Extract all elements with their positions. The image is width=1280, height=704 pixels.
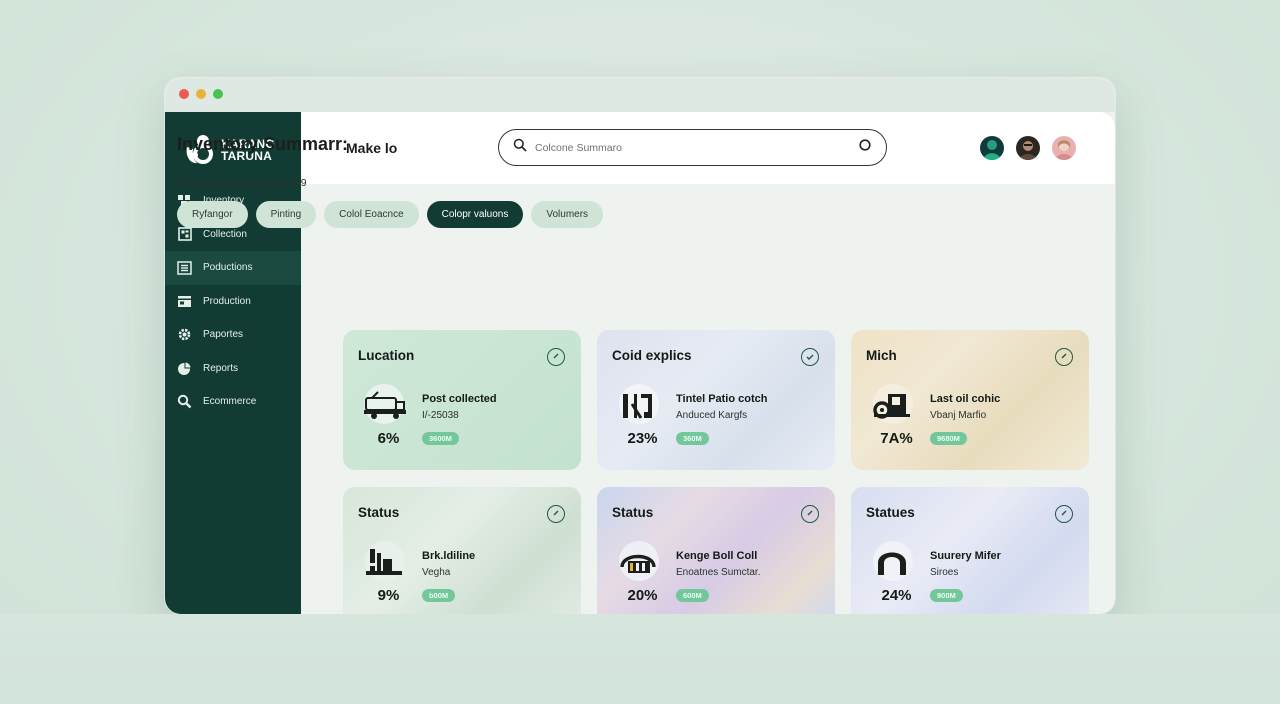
warehouse-icon — [614, 541, 664, 583]
minimize-window-button[interactable] — [196, 89, 206, 99]
status-badge: 9680M — [930, 432, 967, 445]
check-icon[interactable] — [1055, 505, 1073, 523]
summary-card[interactable]: Status 20% Kenge Boll Coll Enoatnes Sumc… — [597, 487, 835, 627]
avatar[interactable] — [1052, 136, 1076, 160]
sidebar-item-label: Paportes — [203, 329, 244, 341]
sidebar-item-label: Poductions — [203, 262, 253, 274]
search-bar[interactable] — [498, 129, 887, 166]
card-label: Kenge Boll Coll — [676, 550, 758, 562]
card-title: Coid explics — [612, 348, 692, 363]
chip-ryfangor[interactable]: Ryfangor — [177, 201, 248, 228]
sidebar-item-reports[interactable]: Reports — [165, 352, 301, 386]
search-icon — [177, 394, 192, 409]
card-subtext: Siroes — [930, 567, 959, 578]
summary-card[interactable]: Lucation 6% Post collected I/-25038 3600… — [343, 330, 581, 470]
film-icon — [177, 294, 192, 309]
sidebar-item-paportes[interactable]: Paportes — [165, 318, 301, 352]
card-title: Lucation — [358, 348, 415, 363]
page-title: Make lo — [346, 140, 398, 156]
top-bar: Make lo — [301, 112, 1115, 184]
arch-icon — [868, 541, 918, 583]
truck-icon — [360, 384, 410, 426]
section-subtext: The ar mora erko uo:k 9289 — [177, 177, 307, 189]
card-percent: 9% — [377, 587, 400, 604]
summary-card[interactable]: Mich 7A% Last oil cohic Vbanj Marfio 968… — [851, 330, 1089, 470]
card-label: Last oil cohic — [930, 393, 1001, 405]
card-title: Statues — [866, 505, 915, 520]
check-icon[interactable] — [547, 505, 565, 523]
card-subtext: I/-25038 — [422, 410, 459, 421]
card-label: Brk.ldiline — [422, 550, 476, 562]
sidebar-item-label: Reports — [203, 362, 239, 374]
tractor-icon — [868, 384, 918, 426]
card-title: Status — [358, 505, 400, 520]
card-title: Mich — [866, 348, 897, 363]
chip-colopr-valuons[interactable]: Colopr valuons — [426, 201, 524, 228]
bracket-icon — [614, 384, 664, 426]
sidebar-item-label: Collection — [203, 228, 247, 240]
status-badge: 600M — [676, 589, 709, 602]
card-percent: 7A% — [880, 430, 913, 447]
close-window-button[interactable] — [179, 89, 189, 99]
check-icon[interactable] — [1055, 348, 1073, 366]
sidebar-item-label: Ecommerce — [203, 396, 257, 408]
card-label: Tintel Patio cotch — [676, 393, 768, 405]
status-badge: b00M — [422, 589, 456, 602]
list-icon — [177, 260, 192, 275]
card-label: Suurery Mifer — [930, 550, 1001, 562]
sidebar-item-label: Production — [203, 295, 251, 307]
maximize-window-button[interactable] — [213, 89, 223, 99]
title-bar — [165, 78, 1115, 112]
summary-card[interactable]: Statues 24% Suurery Mifer Siroes 900M — [851, 487, 1089, 627]
avatar[interactable] — [980, 136, 1004, 160]
status-badge: 900M — [930, 589, 963, 602]
card-percent: 24% — [881, 587, 912, 604]
chip-volumers[interactable]: Volumers — [531, 201, 604, 228]
card-percent: 20% — [627, 587, 658, 604]
filter-chips: Ryfangor Pinting Colol Eoacnce Colopr va… — [177, 201, 604, 228]
summary-card[interactable]: Status 9% Brk.ldiline Vegha b00M — [343, 487, 581, 627]
status-badge: 3600M — [422, 432, 459, 445]
status-badge: 360M — [676, 432, 709, 445]
search-icon — [513, 138, 527, 157]
card-subtext: Vegha — [422, 567, 451, 578]
card-percent: 23% — [627, 430, 658, 447]
card-subtext: Anduced Kargfs — [676, 410, 748, 421]
window-bottom-mask — [0, 614, 1280, 704]
summary-card[interactable]: Coid explics 23% Tintel Patio cotch Andu… — [597, 330, 835, 470]
check-icon[interactable] — [547, 348, 565, 366]
check-icon[interactable] — [801, 505, 819, 523]
avatar[interactable] — [1016, 136, 1040, 160]
factory-icon — [360, 541, 410, 583]
sidebar-item-ecommerce[interactable]: Ecommerce — [165, 385, 301, 419]
card-subtext: Enoatnes Sumctar. — [676, 567, 761, 578]
card-percent: 6% — [377, 430, 400, 447]
section-heading: Inventory Summarr: — [177, 134, 349, 154]
grid-icon — [177, 227, 192, 242]
card-title: Status — [612, 505, 654, 520]
sidebar-item-poductions[interactable]: Poductions — [165, 251, 301, 285]
card-subtext: Vbanj Marfio — [930, 410, 987, 421]
voice-search-icon[interactable] — [858, 138, 872, 157]
gear-icon — [177, 327, 192, 342]
chip-colol-eoacnce[interactable]: Colol Eoacnce — [324, 201, 419, 228]
pie-icon — [177, 361, 192, 376]
sidebar-item-production[interactable]: Production — [165, 285, 301, 319]
check-icon[interactable] — [801, 348, 819, 366]
chip-pinting[interactable]: Pinting — [255, 201, 317, 228]
search-input[interactable] — [535, 141, 858, 154]
card-label: Post collected — [422, 393, 497, 405]
